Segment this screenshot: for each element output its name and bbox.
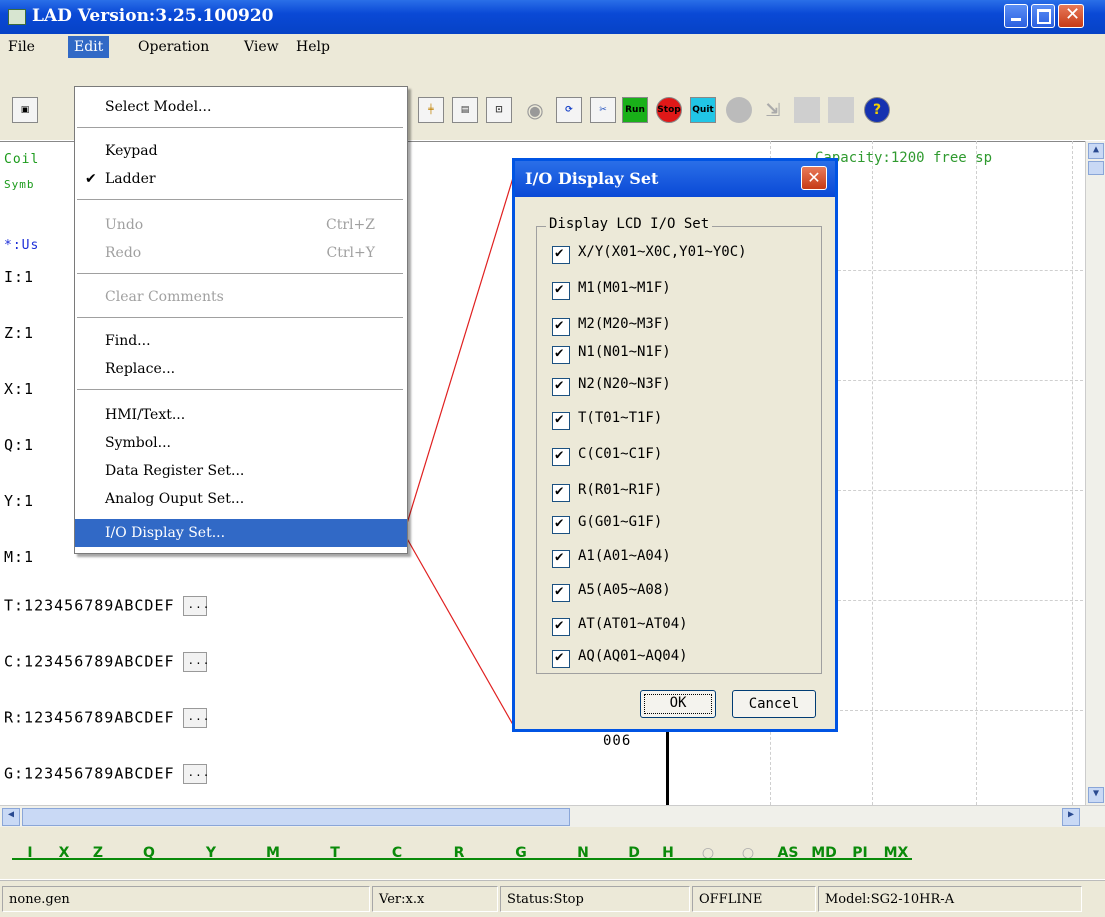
cancel-button[interactable]: Cancel <box>732 690 816 718</box>
checkbox-label: A5(A05~A08) <box>578 582 671 598</box>
menu-item-redo-label: Redo <box>105 245 142 261</box>
menu-item-select-model[interactable]: Select Model... <box>75 93 407 121</box>
checkbox-label: A1(A01~A04) <box>578 548 671 564</box>
checkbox-g[interactable] <box>552 515 570 534</box>
ok-button[interactable]: OK <box>640 690 716 718</box>
menu-item-undo[interactable]: Undo Ctrl+Z <box>75 211 407 239</box>
checkbox-label: AT(AT01~AT04) <box>578 616 688 632</box>
menu-item-redo[interactable]: Redo Ctrl+Y <box>75 239 407 267</box>
checkbox-xy[interactable] <box>552 245 570 264</box>
menu-item-ladder[interactable]: ✔ Ladder <box>75 165 407 193</box>
checkbox-label: G(G01~G1F) <box>578 514 663 530</box>
menu-item-find[interactable]: Find... <box>75 327 407 355</box>
dialog-close-button[interactable]: ✕ <box>801 166 827 190</box>
dialog-title: I/O Display Set <box>525 169 659 188</box>
menu-item-replace[interactable]: Replace... <box>75 355 407 383</box>
checkbox-label: R(R01~R1F) <box>578 482 663 498</box>
menu-item-symbol[interactable]: Symbol... <box>75 429 407 457</box>
checkbox-n2[interactable] <box>552 377 570 396</box>
menu-item-data-register-set[interactable]: Data Register Set... <box>75 457 407 485</box>
checkbox-label: C(C01~C1F) <box>578 446 663 462</box>
checkbox-label: AQ(AQ01~AQ04) <box>578 648 688 664</box>
shortcut-label: Ctrl+Z <box>326 217 375 233</box>
group-title: Display LCD I/O Set <box>546 216 713 232</box>
checkbox-aq[interactable] <box>552 649 570 668</box>
menu-item-io-display-set[interactable]: I/O Display Set... <box>75 519 407 547</box>
checkbox-at[interactable] <box>552 617 570 636</box>
checkbox-label: M2(M20~M3F) <box>578 316 671 332</box>
checkbox-label: M1(M01~M1F) <box>578 280 671 296</box>
menu-item-keypad[interactable]: Keypad <box>75 137 407 165</box>
menu-item-clear-comments[interactable]: Clear Comments <box>75 283 407 311</box>
checkbox-c[interactable] <box>552 447 570 466</box>
checkbox-label: N1(N01~N1F) <box>578 344 671 360</box>
menu-item-hmi-text[interactable]: HMI/Text... <box>75 401 407 429</box>
menu-item-analog-output-set[interactable]: Analog Ouput Set... <box>75 485 407 513</box>
edit-menu-dropdown: Select Model... Keypad ✔ Ladder Undo Ctr… <box>74 86 408 554</box>
checkmark-icon: ✔ <box>85 171 97 187</box>
menu-item-undo-label: Undo <box>105 217 144 233</box>
checkbox-m1[interactable] <box>552 281 570 300</box>
checkbox-label: T(T01~T1F) <box>578 410 663 426</box>
menu-item-ladder-label: Ladder <box>105 171 156 187</box>
checkbox-m2[interactable] <box>552 317 570 336</box>
checkbox-t[interactable] <box>552 411 570 430</box>
dialog-title-bar: I/O Display Set ✕ <box>515 161 835 197</box>
checkbox-label: N2(N20~N3F) <box>578 376 671 392</box>
checkbox-label: X/Y(X01~X0C,Y01~Y0C) <box>578 244 747 260</box>
checkbox-a5[interactable] <box>552 583 570 602</box>
checkbox-n1[interactable] <box>552 345 570 364</box>
checkbox-r[interactable] <box>552 483 570 502</box>
checkbox-a1[interactable] <box>552 549 570 568</box>
shortcut-label: Ctrl+Y <box>326 245 375 261</box>
